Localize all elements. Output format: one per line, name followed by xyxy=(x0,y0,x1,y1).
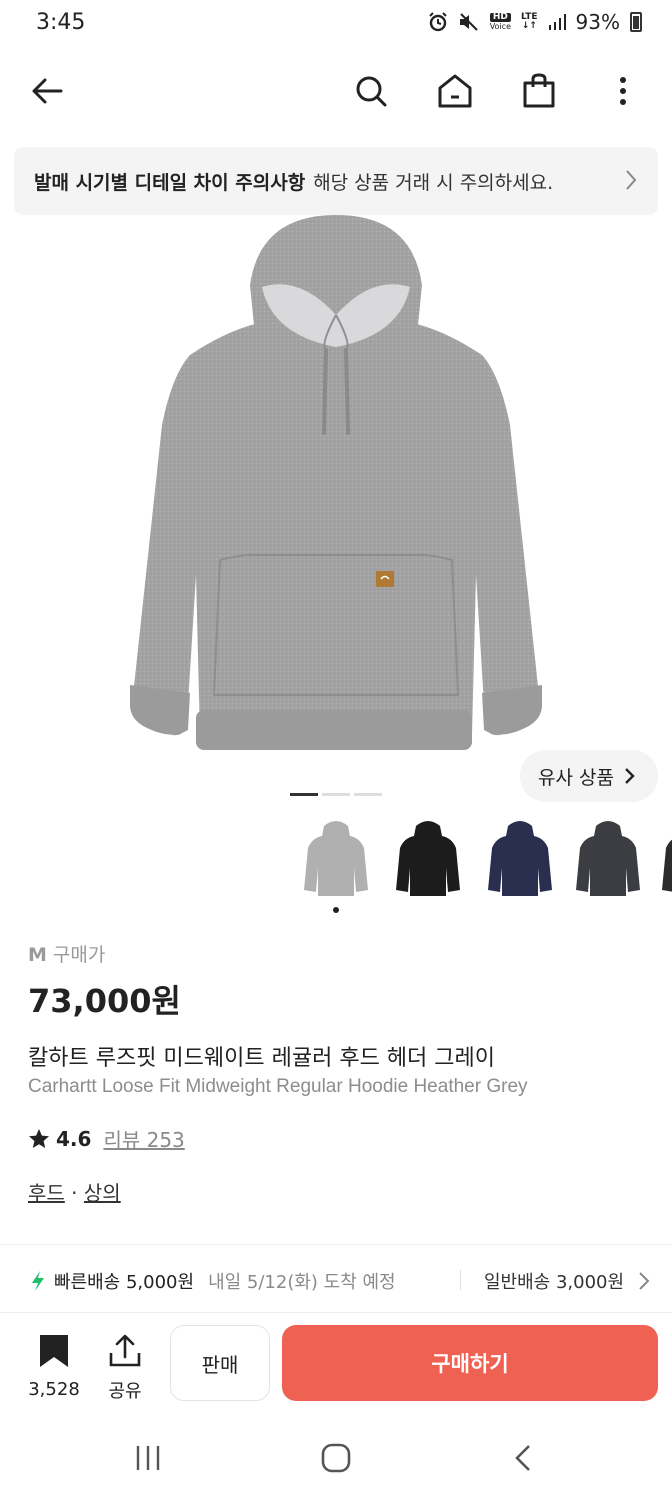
more-button[interactable] xyxy=(598,66,648,116)
hoodie-thumbnail xyxy=(576,821,640,896)
system-back-button[interactable] xyxy=(494,1436,554,1480)
fast-delivery[interactable]: 빠른배송 5,000원 내일 5/12(화) 도착 예정 xyxy=(30,1268,396,1294)
hoodie-thumbnail xyxy=(304,821,368,896)
shopping-bag-icon xyxy=(523,73,555,108)
hoodie-thumbnail xyxy=(662,839,672,892)
more-vertical-icon xyxy=(620,77,626,105)
product-image[interactable] xyxy=(100,215,572,775)
review-link[interactable]: 리뷰 253 xyxy=(103,1124,184,1153)
buy-button[interactable]: 구매하기 xyxy=(282,1325,658,1401)
pager-dot-3 xyxy=(354,793,382,796)
sell-button[interactable]: 판매 xyxy=(170,1325,270,1401)
thumb-partial[interactable] xyxy=(658,818,672,898)
recent-apps-button[interactable] xyxy=(118,1436,178,1480)
back-chevron-icon xyxy=(515,1445,530,1471)
category-separator: · xyxy=(71,1181,78,1205)
top-navigation xyxy=(0,58,672,124)
thumbnail-strip xyxy=(300,818,672,918)
chevron-right-icon xyxy=(626,170,637,190)
category-breadcrumb: 후드 · 상의 xyxy=(28,1177,121,1206)
lightning-icon xyxy=(32,1271,44,1291)
hd-label: HD xyxy=(489,13,511,22)
notice-text: 해당 상품 거래 시 주의하세요. xyxy=(313,171,554,194)
share-button[interactable]: 공유 xyxy=(100,1333,150,1403)
product-title-en: Carhartt Loose Fit Midweight Regular Hoo… xyxy=(28,1076,528,1097)
lte-icon: LTE ↓↑ xyxy=(521,12,538,31)
share-icon xyxy=(109,1334,141,1367)
similar-products-label: 유사 상품 xyxy=(538,766,614,789)
fast-delivery-label: 빠른배송 5,000원 xyxy=(54,1272,195,1293)
status-icons: HD Voice LTE ↓↑ 93% xyxy=(428,10,642,34)
notice-banner[interactable]: 발매 시기별 디테일 차이 주의사항 해당 상품 거래 시 주의하세요. xyxy=(14,147,658,215)
size-price-label: M 구매가 xyxy=(28,940,105,967)
status-time: 3:45 xyxy=(36,10,86,35)
signal-icon xyxy=(548,13,566,31)
category-top-link[interactable]: 상의 xyxy=(84,1181,121,1205)
star-icon xyxy=(29,1128,49,1148)
home-circle-icon xyxy=(321,1443,351,1473)
image-pager xyxy=(290,793,382,796)
status-bar: 3:45 HD Voice LTE ↓↑ 93% xyxy=(0,0,672,48)
product-title-ko: 칼하트 루즈핏 미드웨이트 레귤러 후드 헤더 그레이 xyxy=(28,1046,496,1071)
chevron-right-icon xyxy=(639,1272,650,1290)
search-button[interactable] xyxy=(346,66,396,116)
thumb-navy[interactable] xyxy=(484,818,556,898)
rating-score: 4.6 xyxy=(56,1126,92,1151)
bottom-action-bar: 3,528 공유 판매 구매하기 xyxy=(0,1312,672,1412)
thumbnail-selected-dot xyxy=(333,907,339,913)
battery-icon xyxy=(630,12,642,32)
normal-delivery[interactable]: 일반배송 3,000원 xyxy=(484,1268,624,1294)
rating-row: 4.6 리뷰 253 xyxy=(28,1124,185,1153)
home-system-button[interactable] xyxy=(306,1436,366,1480)
battery-percent: 93% xyxy=(575,10,620,34)
voice-label: Voice xyxy=(489,22,511,31)
price-label: 구매가 xyxy=(52,944,106,966)
hd-voice-icon: HD Voice xyxy=(489,13,511,31)
similar-products-button[interactable]: 유사 상품 xyxy=(520,750,658,802)
mute-icon xyxy=(458,12,480,32)
hoodie-thumbnail xyxy=(396,821,460,896)
delivery-more[interactable] xyxy=(624,1270,650,1292)
home-button[interactable] xyxy=(430,66,480,116)
pager-dot-1 xyxy=(290,793,318,796)
divider xyxy=(0,1244,672,1245)
search-icon xyxy=(356,76,387,107)
thumb-charcoal[interactable] xyxy=(572,818,644,898)
fast-delivery-date: 내일 5/12(화) 도착 예정 xyxy=(208,1272,396,1293)
recent-apps-icon xyxy=(136,1446,160,1470)
share-label: 공유 xyxy=(108,1381,142,1402)
bookmark-button[interactable]: 3,528 xyxy=(22,1333,86,1400)
thumb-black[interactable] xyxy=(392,818,464,898)
chevron-right-icon xyxy=(625,768,635,784)
alarm-icon xyxy=(428,12,448,32)
notice-title: 발매 시기별 디테일 차이 주의사항 xyxy=(34,171,306,194)
price: 73,000원 xyxy=(28,982,181,1020)
pager-dot-2 xyxy=(322,793,350,796)
home-icon xyxy=(438,74,472,108)
cart-button[interactable] xyxy=(514,66,564,116)
category-hood-link[interactable]: 후드 xyxy=(28,1181,65,1205)
hoodie-image xyxy=(130,215,542,750)
system-navigation xyxy=(0,1420,672,1500)
hoodie-thumbnail xyxy=(488,821,552,896)
back-arrow-icon xyxy=(32,78,63,104)
delivery-options[interactable]: 빠른배송 5,000원 내일 5/12(화) 도착 예정 일반배송 3,000원 xyxy=(0,1246,672,1312)
back-button[interactable] xyxy=(22,66,72,116)
bookmark-count: 3,528 xyxy=(28,1379,80,1400)
bookmark-icon xyxy=(40,1335,68,1367)
delivery-separator xyxy=(460,1270,461,1290)
thumb-heather-grey[interactable] xyxy=(300,818,372,898)
selected-size: M xyxy=(28,944,47,966)
